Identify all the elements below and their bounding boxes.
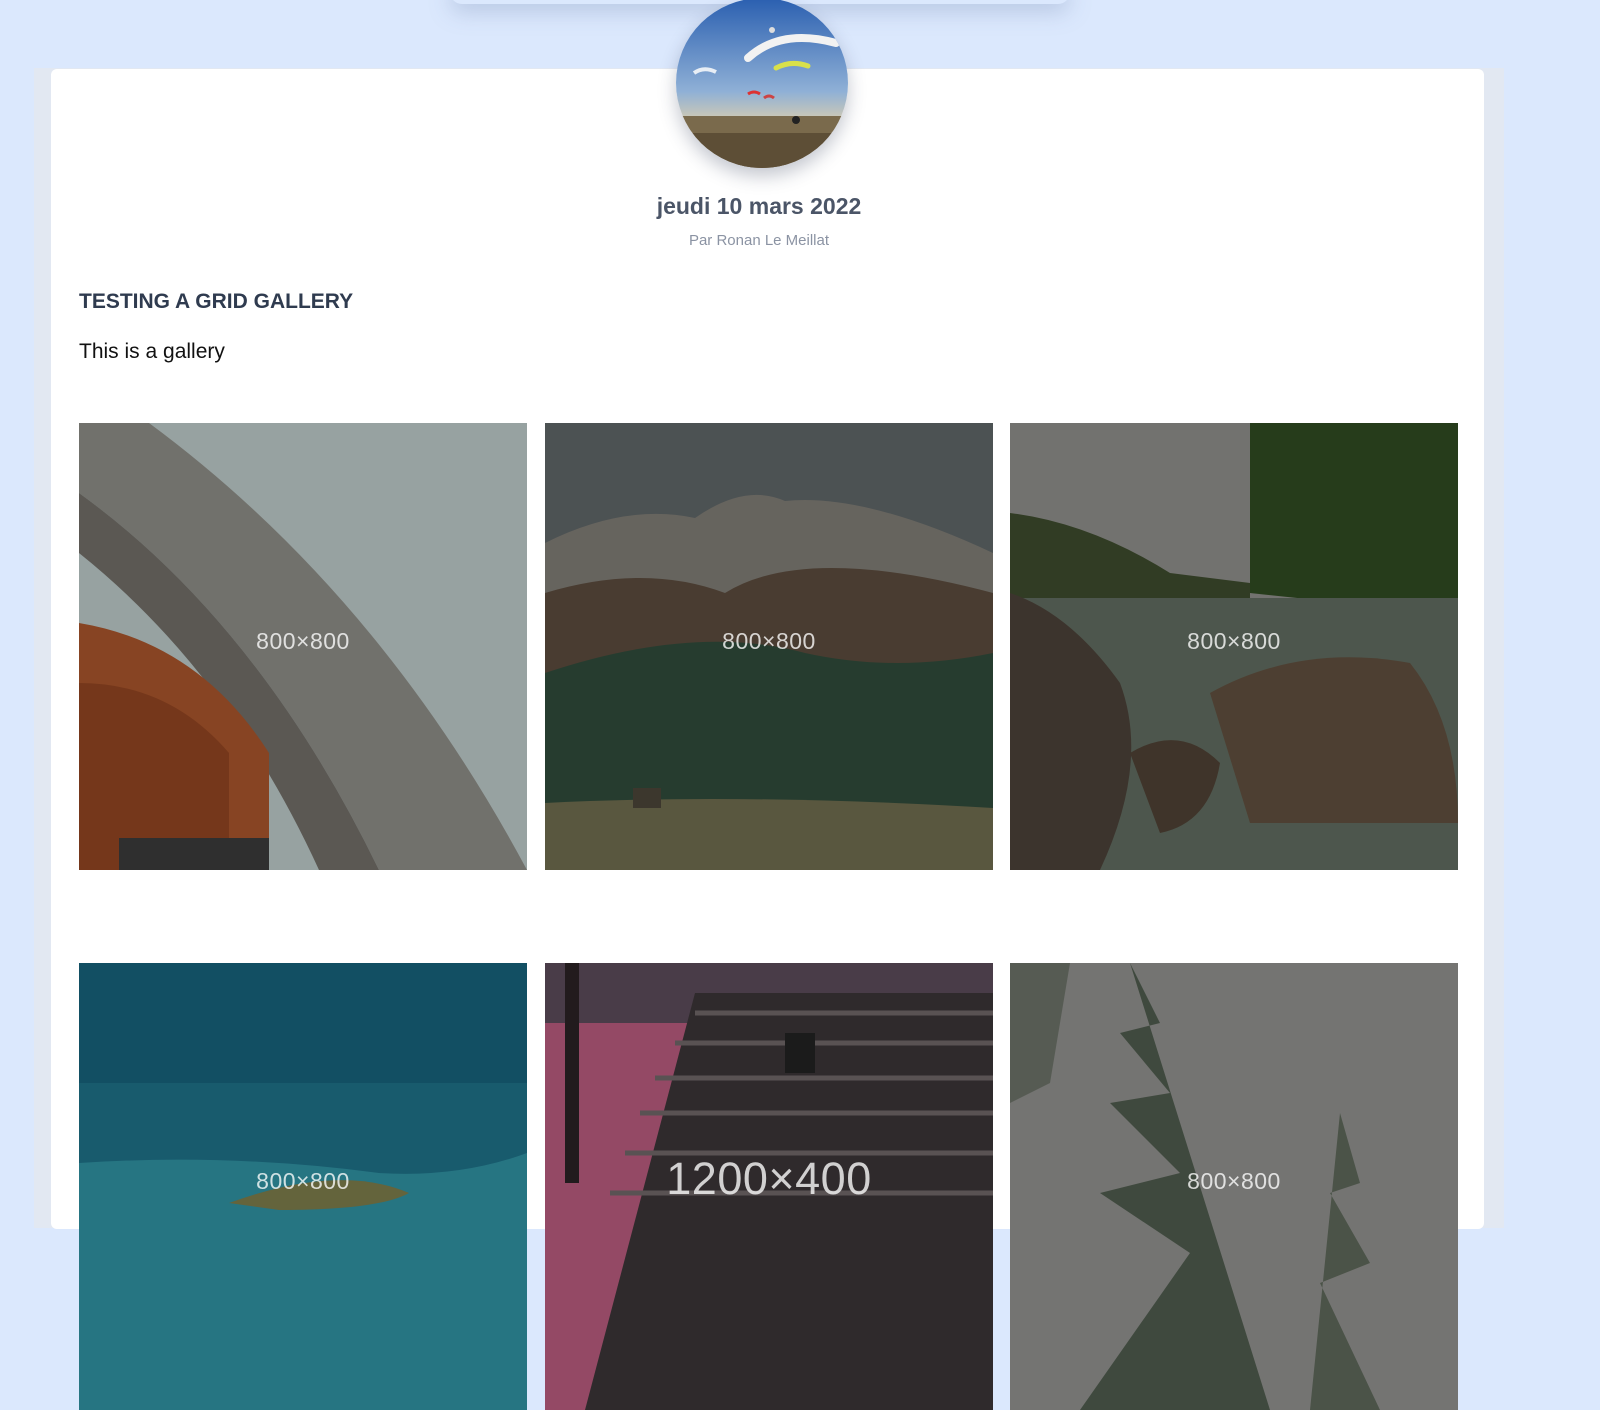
author-avatar [676, 0, 848, 168]
gallery-image-sea[interactable]: 800×800 [79, 963, 527, 1410]
gallery-image-river[interactable]: 800×800 [1010, 423, 1458, 870]
gallery-image-trees[interactable]: 800×800 [1010, 963, 1458, 1410]
gallery-image-architecture[interactable]: 800×800 [79, 423, 527, 870]
post-date: jeudi 10 mars 2022 [656, 193, 862, 219]
image-size-label: 800×800 [256, 1168, 350, 1194]
gallery-image-mountain[interactable]: 800×800 [545, 423, 993, 870]
image-size-label: 800×800 [1187, 628, 1281, 654]
post-title: TESTING A GRID GALLERY [79, 290, 354, 313]
image-size-label: 800×800 [722, 628, 816, 654]
image-size-label: 1200×400 [666, 1153, 872, 1204]
image-size-label: 800×800 [1187, 1168, 1281, 1194]
image-size-label: 800×800 [256, 628, 350, 654]
gallery-image-pier[interactable]: 1200×400 [545, 963, 993, 1410]
post-body-text: This is a gallery [79, 340, 225, 363]
post-author[interactable]: Par Ronan Le Meillat [0, 232, 1518, 249]
